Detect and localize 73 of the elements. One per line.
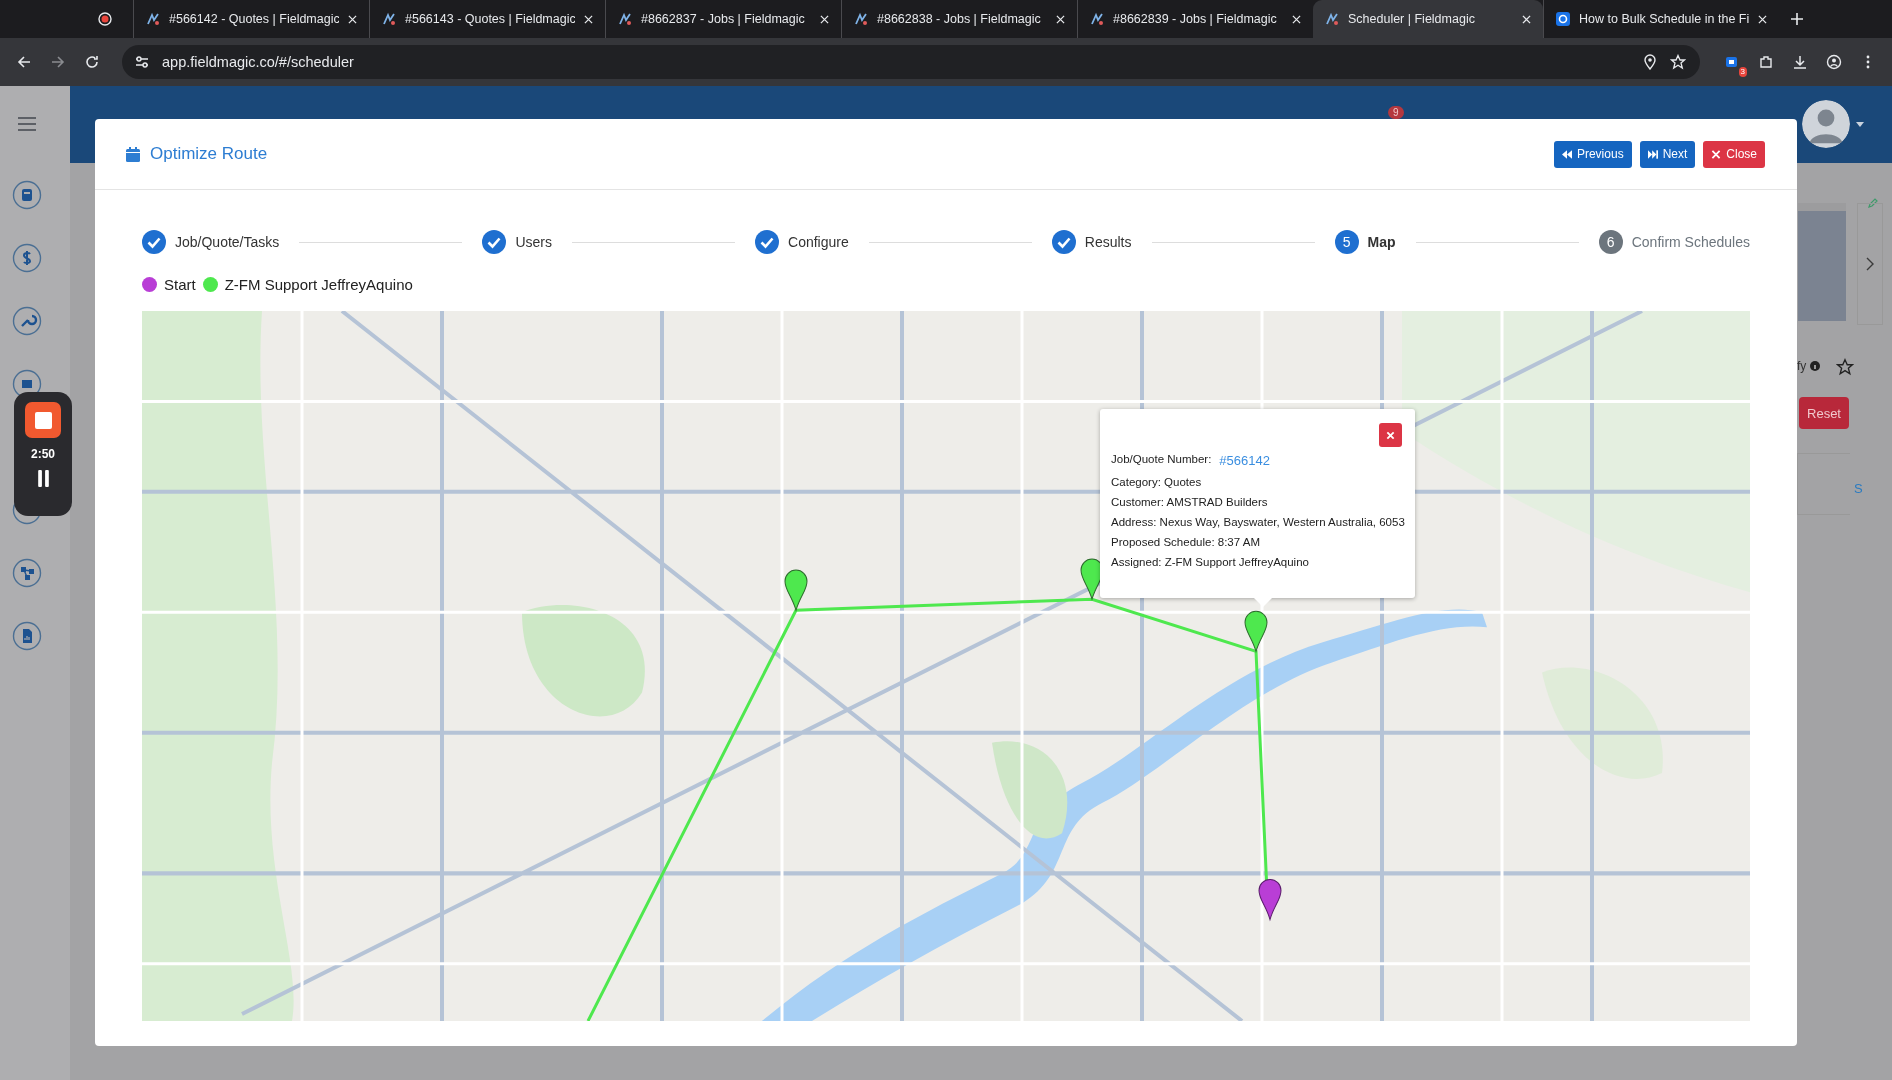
popup-text: Customer: AMSTRAD Builders	[1111, 496, 1269, 508]
step-number: 5	[1334, 230, 1359, 254]
download-icon[interactable]	[1792, 54, 1808, 70]
close-icon[interactable]	[1056, 14, 1065, 24]
previous-button[interactable]: Previous	[1553, 140, 1632, 168]
legend-label: Z-FM Support JeffreyAquino	[224, 276, 413, 293]
record-icon[interactable]	[98, 12, 112, 26]
step-label[interactable]: Users	[515, 234, 552, 250]
step-label[interactable]: Job/Quote/Tasks	[175, 234, 280, 250]
avatar[interactable]	[1802, 100, 1850, 148]
help-icon	[1556, 12, 1570, 26]
document-icon[interactable]	[12, 180, 42, 210]
back-icon[interactable]	[16, 54, 32, 70]
step-label[interactable]: Map	[1367, 234, 1396, 250]
popup-text: Category: Quotes	[1111, 476, 1203, 488]
site-icon	[618, 12, 632, 26]
skip-forward-icon	[1647, 149, 1658, 159]
notification-badge: 3	[1738, 67, 1747, 77]
close-icon[interactable]	[584, 14, 593, 24]
dialog-title: Optimize Route	[150, 144, 268, 164]
browser-tab[interactable]: Scheduler | Fieldmagic	[1313, 0, 1543, 38]
reload-icon[interactable]	[84, 54, 100, 70]
new-tab-icon[interactable]	[1791, 13, 1803, 25]
quote-link[interactable]: #566142	[1219, 453, 1270, 468]
close-icon	[1386, 430, 1395, 440]
star-icon[interactable]	[1836, 358, 1854, 376]
close-icon[interactable]	[1758, 14, 1767, 24]
calendar-icon	[126, 146, 140, 162]
stop-button[interactable]	[25, 402, 61, 438]
legend-label: Start	[164, 276, 196, 293]
reset-button[interactable]: Reset	[1799, 397, 1849, 429]
map-pin[interactable]	[784, 569, 808, 611]
close-button[interactable]: Close	[1703, 140, 1765, 168]
popup-text: Proposed Schedule: 8:37 AM	[1111, 536, 1261, 548]
close-icon[interactable]	[820, 14, 829, 24]
site-settings-icon[interactable]	[134, 54, 150, 70]
field-label: fy	[1797, 359, 1807, 373]
extension-icon[interactable]	[1724, 54, 1740, 70]
map-pin[interactable]	[1244, 610, 1268, 652]
site-icon	[382, 12, 396, 26]
dollar-icon[interactable]	[12, 243, 42, 273]
notification-badge: 9	[1388, 106, 1404, 119]
next-button[interactable]: Next	[1639, 140, 1696, 168]
network-icon[interactable]	[12, 558, 42, 588]
bookmark-star-icon[interactable]	[1670, 54, 1686, 70]
forward-icon[interactable]	[50, 54, 66, 70]
recording-time: 2:50	[31, 447, 55, 461]
chevron-icon	[1866, 257, 1874, 271]
field-label: Job/Quote Number:	[1111, 453, 1212, 467]
close-icon[interactable]	[1522, 14, 1531, 24]
step-label[interactable]: Configure	[788, 234, 849, 250]
popup-text: Assigned: Z-FM Support JeffreyAquino	[1111, 556, 1310, 568]
location-icon[interactable]	[1642, 54, 1658, 70]
close-icon[interactable]	[1292, 14, 1301, 24]
rewind-icon	[1561, 149, 1572, 159]
profile-icon[interactable]	[1826, 54, 1842, 70]
caret-icon[interactable]	[1856, 122, 1864, 127]
address-field[interactable]: app.fieldmagic.co/#/scheduler	[122, 45, 1700, 79]
close-button[interactable]	[1379, 423, 1402, 447]
info-icon	[1810, 361, 1820, 371]
site-icon	[854, 12, 868, 26]
step-label[interactable]: Results	[1084, 234, 1132, 250]
report-icon[interactable]	[12, 621, 42, 651]
site-icon	[1325, 12, 1339, 26]
step-number: 6	[1598, 230, 1623, 254]
site-icon	[146, 12, 160, 26]
step-label[interactable]: Confirm Schedules	[1631, 234, 1750, 250]
popup-text: Address: Nexus Way, Bayswater, Western Australia, 6053	[1111, 516, 1405, 528]
pause-icon[interactable]	[36, 470, 50, 487]
close-icon[interactable]	[348, 14, 357, 24]
close-icon	[1711, 149, 1722, 159]
map-pin[interactable]	[1258, 878, 1282, 921]
site-icon	[1090, 12, 1104, 26]
